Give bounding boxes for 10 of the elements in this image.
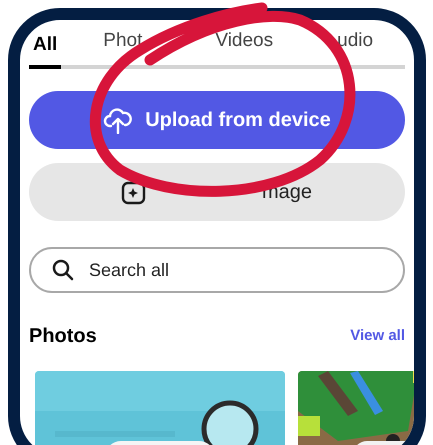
upload-button[interactable]: Upload from device (29, 91, 405, 149)
tab[interactable]: Videos (211, 26, 278, 65)
cloud-upload-icon (103, 106, 134, 134)
search-icon (51, 258, 75, 282)
section-title: Photos (29, 324, 97, 349)
search-field[interactable]: Search all (29, 247, 405, 293)
tab[interactable]: udio (333, 26, 378, 65)
view-all-link[interactable]: View all (350, 324, 405, 348)
tab[interactable]: Phot (99, 26, 146, 65)
tab[interactable]: All (29, 30, 62, 69)
